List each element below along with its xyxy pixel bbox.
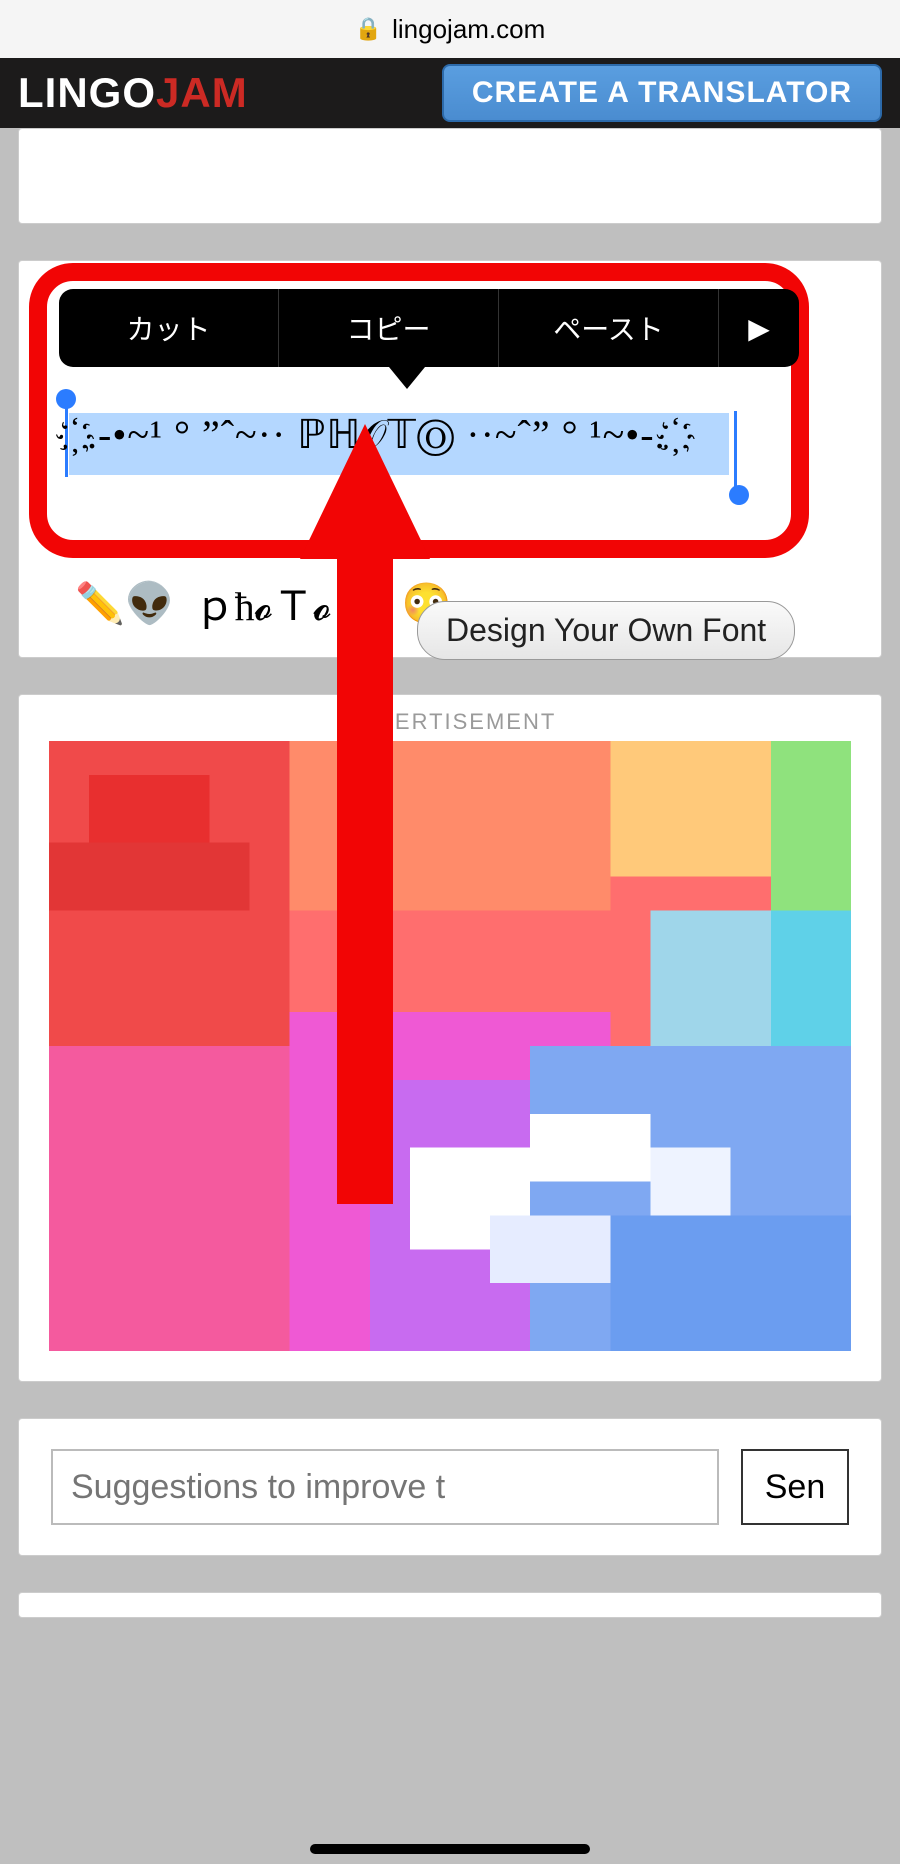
generated-text-2: ｐħ𝓸Ｔ𝓸 — [195, 574, 332, 632]
create-translator-button[interactable]: CREATE A TRANSLATOR — [442, 64, 882, 122]
logo-text-jam: JAM — [156, 69, 248, 116]
next-card-peek — [18, 1592, 882, 1618]
send-button[interactable]: Sen — [741, 1449, 849, 1525]
context-menu-paste[interactable]: ペースト — [499, 289, 719, 367]
context-menu-copy[interactable]: コピー — [279, 289, 499, 367]
ad-image[interactable] — [49, 741, 851, 1351]
output-card: カット コピー ペースト ▶ ҉ .-•~¹ ° ”ˆ~·· ℙℍ𝒪𝕋Ⓞ ··~… — [18, 260, 882, 658]
home-indicator-icon[interactable] — [310, 1844, 590, 1854]
site-logo[interactable]: LINGOJAM — [18, 69, 248, 117]
advertisement-card: ADVERTISEMENT — [18, 694, 882, 1382]
logo-text-lingo: LINGO — [18, 69, 156, 116]
browser-address-bar: 🔒 lingojam.com — [0, 0, 900, 58]
emoji-prefix: ✏️👽 — [75, 580, 175, 627]
generated-text-1: ҉ .-•~¹ ° ”ˆ~·· ℙℍ𝒪𝕋Ⓞ ··~ˆ” ° ¹~•-. ҉ — [65, 399, 733, 464]
ios-context-menu: カット コピー ペースト ▶ — [59, 289, 799, 367]
lock-icon: 🔒 — [355, 16, 382, 42]
url-text: lingojam.com — [392, 14, 545, 45]
context-menu-more[interactable]: ▶ — [719, 289, 799, 367]
generated-text-2-row[interactable]: ✏️👽 ｐħ𝓸Ｔ𝓸 ♟️😳 — [75, 574, 452, 632]
suggestion-card: Sen — [18, 1418, 882, 1556]
selection-handle-right[interactable] — [734, 411, 737, 489]
design-your-own-font-button[interactable]: Design Your Own Font — [417, 601, 795, 660]
context-menu-pointer-icon — [389, 367, 425, 389]
input-card[interactable] — [18, 128, 882, 224]
suggestion-input[interactable] — [51, 1449, 719, 1525]
ad-label: ADVERTISEMENT — [49, 709, 851, 735]
site-header: LINGOJAM CREATE A TRANSLATOR — [0, 58, 900, 128]
selected-text-region[interactable]: ҉ .-•~¹ ° ”ˆ~·· ℙℍ𝒪𝕋Ⓞ ··~ˆ” ° ¹~•-. ҉ — [65, 399, 733, 479]
context-menu-cut[interactable]: カット — [59, 289, 279, 367]
selection-dot-icon — [729, 485, 749, 505]
